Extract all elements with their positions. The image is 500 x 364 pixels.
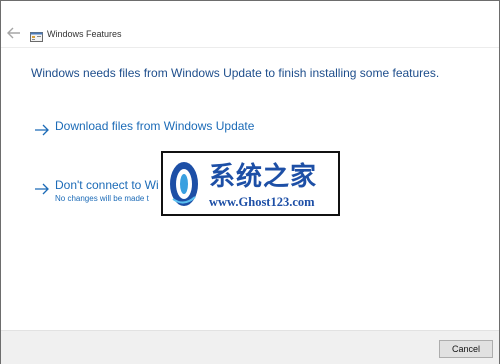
cancel-button[interactable]: Cancel [439,340,493,358]
back-arrow-icon[interactable] [5,27,23,43]
watermark-url: www.Ghost123.com [209,195,315,209]
watermark-overlay: 系统之家 www.Ghost123.com [161,151,340,216]
arrow-right-icon [34,121,50,136]
watermark-logo-icon [170,162,198,206]
dialog-footer: Cancel [1,330,499,364]
watermark-chinese-text: 系统之家 [209,162,318,192]
title-bar: Windows Features [1,1,499,48]
windows-features-icon [30,28,43,42]
option-description: No changes will be made t [55,194,149,203]
windows-features-dialog: Windows Features Windows needs files fro… [0,0,500,364]
window-title: Windows Features [47,29,122,39]
option-label: Don't connect to Wi [55,178,159,192]
arrow-right-icon [34,180,50,195]
option-label: Download files from Windows Update [55,119,255,133]
dialog-headline: Windows needs files from Windows Update … [31,66,440,80]
